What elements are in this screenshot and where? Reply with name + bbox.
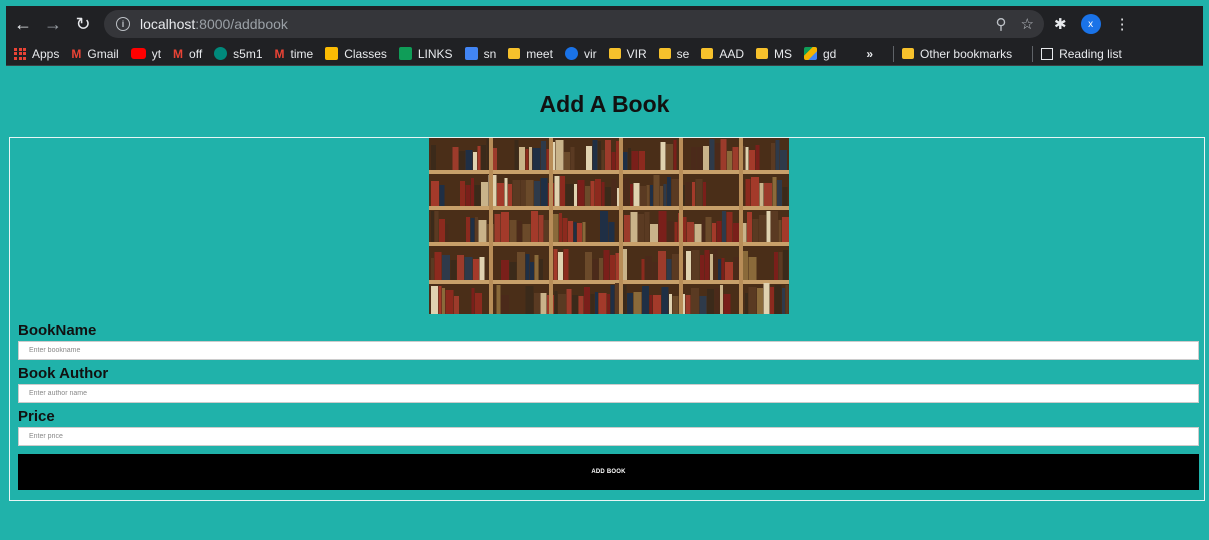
apps-grid-icon	[14, 47, 26, 60]
bookmarks-divider	[893, 45, 895, 62]
bookmark-label: off	[189, 46, 203, 61]
folder-icon	[701, 48, 714, 59]
bookname-label: BookName	[18, 322, 97, 339]
folder-icon	[902, 48, 915, 59]
bookmark-label: Reading list	[1059, 46, 1122, 61]
meet-icon	[214, 47, 228, 60]
bookmark-label: se	[676, 46, 690, 61]
docs-icon	[464, 47, 478, 60]
bookmark-label: vir	[583, 46, 597, 61]
bookmark-label: sn	[483, 46, 497, 61]
extensions-puzzle-icon[interactable]: ✱	[1054, 15, 1067, 33]
price-input[interactable]	[18, 427, 1199, 446]
gmail-icon: M	[71, 47, 82, 61]
bookmark-label: Other bookmarks	[920, 46, 1013, 61]
bookshelf-image	[429, 138, 789, 314]
folder-icon	[756, 48, 768, 59]
bookmark-label: Gmail	[87, 46, 119, 61]
profile-avatar[interactable]: x	[1080, 14, 1101, 34]
bookmark-label: s5m1	[233, 46, 263, 61]
bookmark-links[interactable]: LINKS	[398, 46, 453, 61]
bookmark-label: meet	[526, 46, 553, 61]
drive-icon	[804, 47, 817, 60]
book-author-input[interactable]	[18, 384, 1199, 403]
sheets-icon	[398, 47, 412, 60]
bookmark-sn[interactable]: sn	[464, 46, 497, 61]
bookmark-aad[interactable]: AAD	[701, 47, 744, 61]
bookmark-gmail[interactable]: M Gmail	[71, 46, 119, 62]
bookmark-time[interactable]: Mtime	[274, 46, 314, 62]
url-host: localhost	[140, 16, 196, 32]
bookmark-gd[interactable]: gd	[804, 47, 836, 61]
bookmark-label: Classes	[344, 46, 387, 61]
back-arrow-icon[interactable]: ←	[10, 10, 36, 38]
bookname-input[interactable]	[18, 341, 1199, 360]
bookmark-label: Apps	[32, 46, 60, 61]
bookmark-label: gd	[823, 46, 837, 61]
folder-icon	[608, 48, 621, 59]
url-path: :8000/addbook	[195, 16, 288, 32]
add-book-button[interactable]: ADD BOOK	[18, 454, 1199, 490]
info-icon[interactable]: i	[116, 17, 130, 31]
page-title: Add A Book	[539, 91, 670, 117]
bookmark-s5m1[interactable]: s5m1	[214, 46, 263, 61]
bookmark-apps[interactable]: Apps	[14, 47, 59, 61]
reading-list-button[interactable]: Reading list	[1041, 47, 1122, 61]
page-content: Add A Book BookName Book Author Price AD…	[6, 67, 1205, 540]
browser-toolbar: ← → ↻ i localhost:8000/addbook ⚲ ☆ ✱ x ⋮	[6, 6, 1203, 42]
reading-list-icon	[1041, 47, 1054, 60]
forward-arrow-icon[interactable]: →	[40, 10, 66, 38]
bookmark-classes[interactable]: Classes	[325, 47, 387, 61]
bookmarks-bar: Apps M Gmail yt Moff s5m1 Mtime Classes L…	[6, 42, 1203, 66]
gmail-icon: M	[173, 47, 184, 61]
bookmark-meet[interactable]: meet	[508, 47, 553, 61]
menu-kebab-icon[interactable]: ⋮	[1115, 15, 1130, 33]
bookmark-yt[interactable]: yt	[130, 46, 162, 61]
gmail-icon: M	[274, 47, 285, 61]
reload-icon[interactable]: ↻	[70, 10, 96, 38]
address-bar[interactable]: i localhost:8000/addbook ⚲ ☆	[104, 10, 1044, 38]
bookmarks-overflow-button[interactable]: »	[866, 47, 873, 61]
bookmark-se[interactable]: se	[658, 46, 690, 61]
bookmarks-divider	[1032, 45, 1034, 62]
classroom-icon	[325, 47, 339, 60]
bookmark-vir[interactable]: vir	[564, 46, 597, 61]
folder-icon	[508, 48, 521, 59]
book-author-label: Book Author	[18, 365, 109, 382]
other-bookmarks-folder[interactable]: Other bookmarks	[902, 47, 1012, 61]
bookmark-label: time	[290, 46, 314, 61]
folder-icon	[658, 48, 671, 59]
c-icon	[564, 47, 578, 60]
bookmark-label: LINKS	[417, 46, 453, 61]
bookmark-label: VIR	[626, 46, 647, 61]
star-icon[interactable]: ☆	[1021, 15, 1034, 33]
bookmark-label: MS	[774, 46, 792, 61]
bookmark-ms[interactable]: MS	[756, 47, 792, 61]
bookmark-label: AAD	[719, 46, 744, 61]
price-label: Price	[18, 408, 55, 425]
youtube-icon	[130, 48, 146, 59]
bookmark-label: yt	[151, 46, 162, 61]
bookmark-VIR[interactable]: VIR	[608, 46, 647, 61]
add-book-form: BookName Book Author Price ADD BOOK	[9, 137, 1205, 501]
zoom-icon[interactable]: ⚲	[996, 15, 1007, 33]
bookmark-off[interactable]: Moff	[173, 46, 203, 62]
